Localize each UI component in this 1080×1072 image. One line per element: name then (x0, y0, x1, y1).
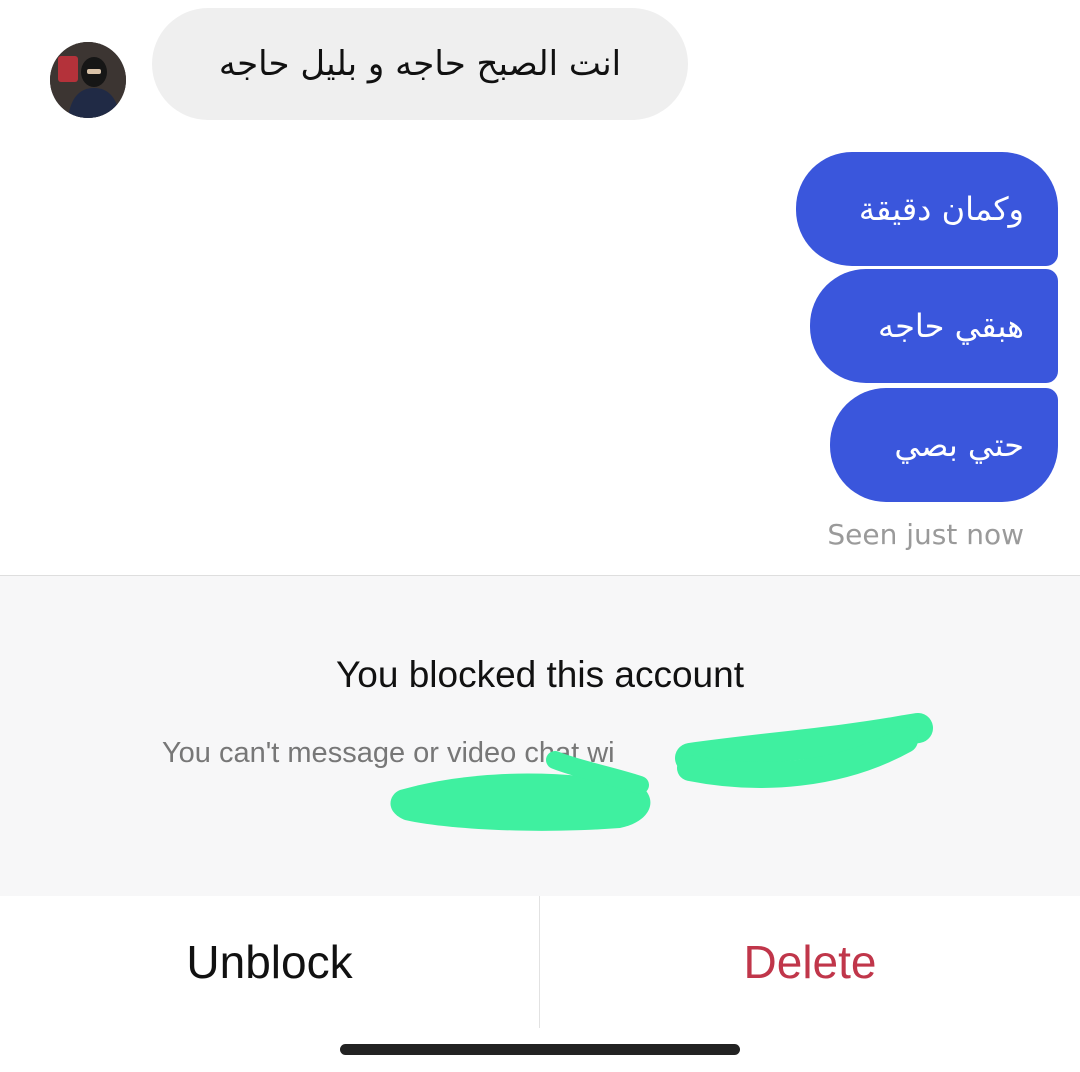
blocked-title: You blocked this account (336, 654, 744, 695)
outgoing-message-bubble[interactable]: هبقي حاجه (810, 269, 1058, 383)
blocked-subtitle: You can't message or video chat wi (162, 737, 615, 769)
blocked-notice-panel (0, 575, 1080, 897)
message-text: حتي بصي (894, 426, 1024, 464)
seen-status: Seen just now (827, 518, 1024, 551)
home-indicator[interactable] (340, 1044, 740, 1055)
delete-button[interactable]: Delete (540, 896, 1080, 1028)
unblock-label: Unblock (186, 936, 353, 988)
delete-label: Delete (743, 936, 877, 988)
message-text: انت الصبح حاجه و بليل حاجه (218, 44, 622, 84)
message-text: وكمان دقيقة (858, 190, 1024, 228)
incoming-message-bubble[interactable]: انت الصبح حاجه و بليل حاجه (152, 8, 688, 120)
avatar[interactable] (50, 42, 126, 118)
message-text: هبقي حاجه (877, 307, 1024, 345)
outgoing-message-bubble[interactable]: وكمان دقيقة (796, 152, 1058, 266)
chat-thread: انت الصبح حاجه و بليل حاجه وكمان دقيقة ه… (0, 0, 1080, 575)
outgoing-message-bubble[interactable]: حتي بصي (830, 388, 1058, 502)
unblock-button[interactable]: Unblock (0, 896, 539, 1028)
